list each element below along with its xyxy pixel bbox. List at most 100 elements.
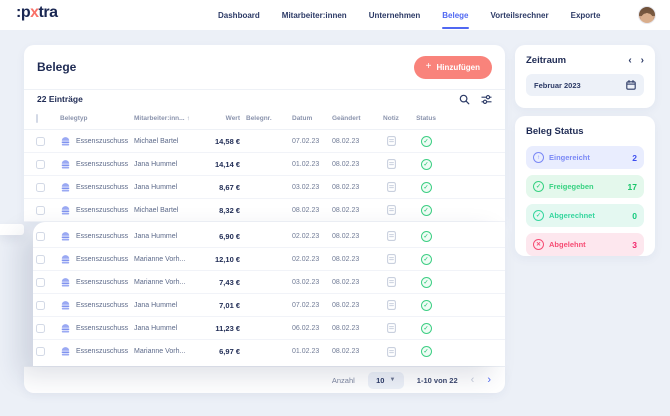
row-checkbox[interactable] xyxy=(36,136,45,146)
status-approved-icon: ✓ xyxy=(420,253,432,265)
note-icon[interactable] xyxy=(386,182,396,192)
beleg-type: Essenszuschuss xyxy=(76,232,129,240)
beleg-wert: 7,43 € xyxy=(219,277,240,287)
row-checkbox[interactable] xyxy=(36,159,45,169)
row-checkbox[interactable] xyxy=(36,182,45,192)
beleg-wert: 6,90 € xyxy=(219,231,240,241)
employee-name: Marianne Vorh... xyxy=(134,278,186,286)
calendar-icon xyxy=(626,80,636,90)
note-icon[interactable] xyxy=(386,323,396,333)
row-checkbox[interactable] xyxy=(36,231,45,241)
employee-name: Jana Hummel xyxy=(134,232,178,240)
nav-item-belege[interactable]: Belege xyxy=(442,11,469,29)
note-icon[interactable] xyxy=(386,136,396,146)
table-row[interactable]: Essenszuschuss Jana Hummel 8,67 € 03.02.23 0… xyxy=(24,176,505,199)
beleg-geaendert: 08.02.23 xyxy=(332,324,360,332)
filter-sliders-icon[interactable] xyxy=(481,94,492,105)
approved-circle-icon: ✓ xyxy=(533,181,544,192)
beleg-geaendert: 08.02.23 xyxy=(332,278,360,286)
meal-allowance-icon xyxy=(60,182,71,193)
nav-item-unternehmen[interactable]: Unternehmen xyxy=(369,11,421,20)
nav-item-exporte[interactable]: Exporte xyxy=(571,11,601,20)
row-checkbox[interactable] xyxy=(36,277,45,287)
meal-allowance-icon xyxy=(60,300,71,311)
table-row[interactable]: Essenszuschuss Marianne Vorh... 7,43 € 03.0… xyxy=(33,271,505,294)
period-picker-input[interactable]: Februar 2023 xyxy=(526,74,644,96)
page-size-label: Anzahl xyxy=(331,375,355,385)
beleg-type: Essenszuschuss xyxy=(76,255,129,263)
pxtra-logo[interactable]: :pxtra xyxy=(16,4,58,22)
row-checkbox[interactable] xyxy=(36,323,45,333)
status-filter-pill-eingereicht[interactable]: ↑ Eingereicht 2 xyxy=(526,146,644,169)
status-label: Freigegeben xyxy=(549,182,594,191)
beleg-wert: 8,67 € xyxy=(219,182,240,192)
column-belegnr[interactable]: Belegnr. xyxy=(240,115,286,122)
search-icon[interactable] xyxy=(459,94,470,105)
table-row[interactable]: Essenszuschuss Jana Hummel 11,23 € 06.02.23… xyxy=(33,317,505,340)
note-icon[interactable] xyxy=(386,159,396,169)
row-checkbox[interactable] xyxy=(36,347,45,356)
row-checkbox[interactable] xyxy=(36,300,45,310)
column-geaendert[interactable]: Geändert xyxy=(332,115,376,122)
beleg-datum: 02.02.23 xyxy=(292,232,320,240)
table-row[interactable]: Essenszuschuss Marianne Vorh... 12,10 € 02.… xyxy=(33,248,505,271)
nav-item-mitarbeiter[interactable]: Mitarbeiter:innen xyxy=(282,11,347,20)
table-row[interactable]: Essenszuschuss Michael Bartel 14,58 € 07.02… xyxy=(24,130,505,153)
page-size-select[interactable]: 10 ▼ xyxy=(367,371,404,389)
column-status[interactable]: Status xyxy=(406,115,446,122)
beleg-datum: 08.02.23 xyxy=(292,206,320,214)
table-row[interactable]: Essenszuschuss Jana Hummel 14,14 € 01.02.23… xyxy=(24,153,505,176)
note-icon[interactable] xyxy=(386,254,396,264)
row-checkbox[interactable] xyxy=(36,254,45,264)
select-all-checkbox[interactable] xyxy=(36,114,38,123)
column-wert[interactable]: Wert xyxy=(200,115,240,122)
column-notiz[interactable]: Notiz xyxy=(376,115,406,122)
note-icon[interactable] xyxy=(386,277,396,287)
status-pill-list: ↑ Eingereicht 2 ✓ Freigegeben 17 ✓ Abgerechnet 0… xyxy=(526,146,644,256)
employee-name: Jana Hummel xyxy=(134,324,178,332)
table-header-row: Belegtyp Mitarbeiter:inn... ↑ Wert Belegn… xyxy=(24,108,505,130)
status-approved-icon: ✓ xyxy=(420,158,432,170)
note-icon[interactable] xyxy=(386,300,396,310)
beleg-wert: 6,97 € xyxy=(219,347,240,356)
beleg-wert: 14,14 € xyxy=(214,159,240,169)
previous-page-button[interactable]: ‹ xyxy=(471,374,475,386)
employee-name: Jana Hummel xyxy=(134,183,178,191)
table-row[interactable]: Essenszuschuss Jana Hummel 7,01 € 07.02.23 0… xyxy=(33,294,505,317)
table-row[interactable]: Essenszuschuss Jana Hummel 6,90 € 02.02.23 0… xyxy=(33,225,505,248)
next-period-button[interactable]: › xyxy=(641,55,644,66)
table-rows-top: Essenszuschuss Michael Bartel 14,58 € 07.02… xyxy=(24,130,505,222)
row-checkbox[interactable] xyxy=(36,205,45,215)
beleg-geaendert: 08.02.23 xyxy=(332,183,360,191)
nav-item-vorteilsrechner[interactable]: Vorteilsrechner xyxy=(491,11,549,20)
beleg-datum: 01.02.23 xyxy=(292,348,320,355)
column-belegtyp[interactable]: Belegtyp xyxy=(60,115,134,122)
column-mitarbeiter[interactable]: Mitarbeiter:inn... ↑ xyxy=(134,115,200,122)
status-filter-pill-freigegeben[interactable]: ✓ Freigegeben 17 xyxy=(526,175,644,198)
employee-name: Jana Hummel xyxy=(134,301,178,309)
belege-card-header: Belege + Hinzufügen xyxy=(24,45,505,90)
beleg-type: Essenszuschuss xyxy=(76,160,129,168)
beleg-datum: 03.02.23 xyxy=(292,278,320,286)
table-row[interactable]: Essenszuschuss Marianne Vorh... 6,97 € 01.0… xyxy=(33,340,505,363)
background-sheet-edge xyxy=(0,224,24,235)
previous-period-button[interactable]: ‹ xyxy=(628,55,631,66)
status-filter-pill-abgerechnet[interactable]: ✓ Abgerechnet 0 xyxy=(526,204,644,227)
add-beleg-button[interactable]: + Hinzufügen xyxy=(413,55,492,79)
nav-item-dashboard[interactable]: Dashboard xyxy=(218,11,260,20)
beleg-type: Essenszuschuss xyxy=(76,324,129,332)
status-approved-icon: ✓ xyxy=(420,299,432,311)
note-icon[interactable] xyxy=(386,231,396,241)
beleg-type: Essenszuschuss xyxy=(76,278,129,286)
beleg-status-title: Beleg Status xyxy=(526,126,584,137)
note-icon[interactable] xyxy=(386,346,396,357)
note-icon[interactable] xyxy=(386,205,396,215)
next-page-button[interactable]: › xyxy=(487,374,491,386)
beleg-wert: 7,01 € xyxy=(219,300,240,310)
user-avatar[interactable] xyxy=(638,6,656,24)
column-datum[interactable]: Datum xyxy=(286,115,332,122)
status-filter-pill-abgelehnt[interactable]: ✕ Abgelehnt 3 xyxy=(526,233,644,256)
submitted-circle-icon: ↑ xyxy=(533,152,544,163)
meal-allowance-icon xyxy=(60,231,71,242)
table-row[interactable]: Essenszuschuss Michael Bartel 8,32 € 08.02.… xyxy=(24,199,505,222)
